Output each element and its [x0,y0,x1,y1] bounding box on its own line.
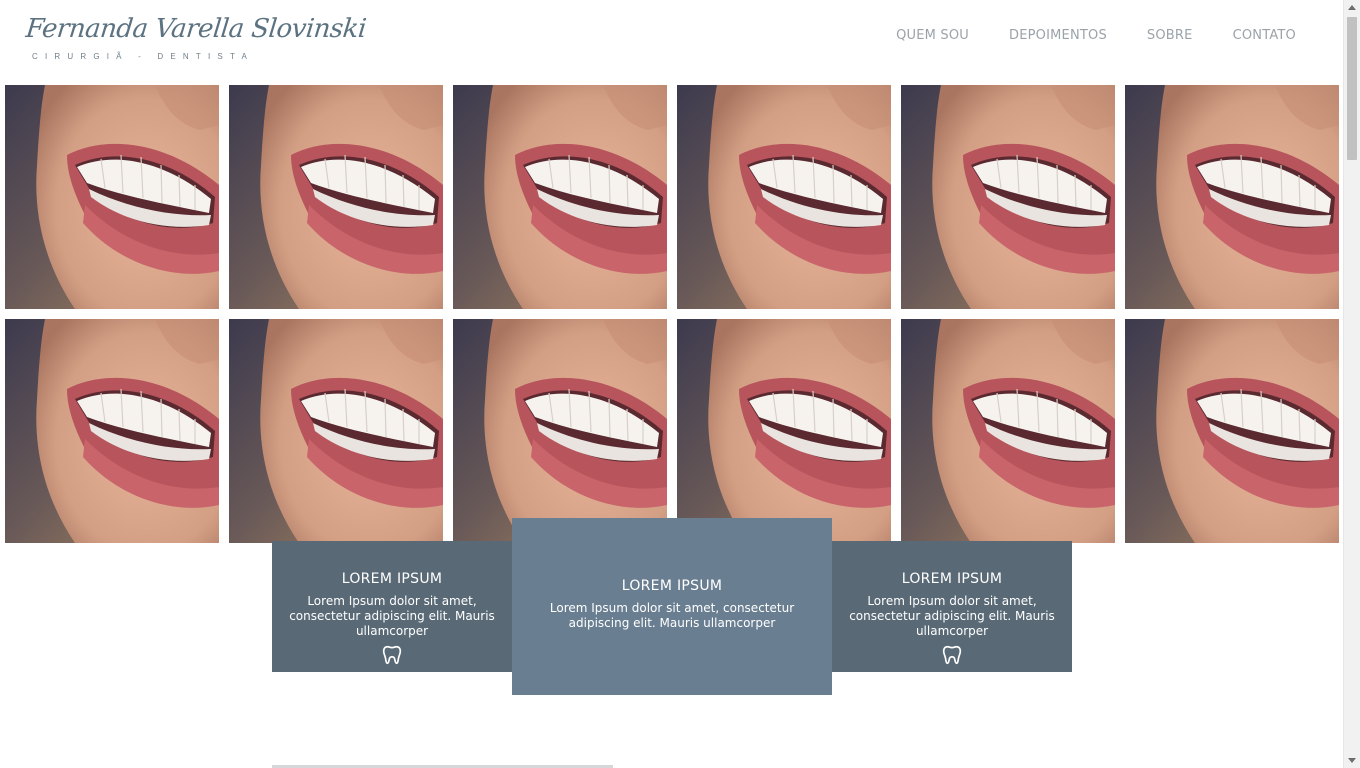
smile-photo-tile[interactable] [1125,85,1339,309]
card-text: Lorem Ipsum dolor sit amet, consectetur … [849,594,1055,638]
nav-sobre[interactable]: SOBRE [1147,28,1193,43]
card-title: LOREM IPSUM [901,571,1003,587]
photo-gallery [5,85,1339,543]
smile-photo-tile[interactable] [229,319,443,543]
tooth-icon [846,644,1058,666]
main-nav: QUEM SOU DEPOIMENTOS SOBRE CONTATO [896,28,1296,43]
tooth-icon [286,644,498,666]
feature-card-right: LOREM IPSUM Lorem Ipsum dolor sit amet, … [832,541,1072,672]
page: Fernanda Varella Slovinski CIRURGIÃ - DE… [0,0,1343,768]
logo-name: Fernanda Varella Slovinski [24,14,368,44]
scroll-up-arrow-icon[interactable] [1348,5,1356,10]
card-title: LOREM IPSUM [341,571,443,587]
smile-photo-tile[interactable] [5,85,219,309]
smile-photo-tile[interactable] [453,319,667,543]
smile-photo-tile[interactable] [229,85,443,309]
smile-photo-tile[interactable] [677,319,891,543]
card-title: LOREM IPSUM [621,578,723,594]
card-text: Lorem Ipsum dolor sit amet, consectetur … [289,594,495,638]
smile-photo-tile[interactable] [5,319,219,543]
nav-depoimentos[interactable]: DEPOIMENTOS [1009,28,1107,43]
smile-photo-tile[interactable] [901,85,1115,309]
feature-card-center: LOREM IPSUM Lorem Ipsum dolor sit amet, … [512,518,832,695]
smile-photo-tile[interactable] [901,319,1115,543]
scrollbar-thumb[interactable] [1347,17,1357,160]
smile-photo-tile[interactable] [677,85,891,309]
scroll-down-arrow-icon[interactable] [1348,758,1356,763]
nav-contato[interactable]: CONTATO [1233,28,1296,43]
site-logo[interactable]: Fernanda Varella Slovinski CIRURGIÃ - DE… [24,14,368,66]
smile-photo-tile[interactable] [453,85,667,309]
feature-card-left: LOREM IPSUM Lorem Ipsum dolor sit amet, … [272,541,512,672]
logo-tagline: CIRURGIÃ - DENTISTA [32,52,254,61]
nav-quem-sou[interactable]: QUEM SOU [896,28,969,43]
smile-photo-tile[interactable] [1125,319,1339,543]
page-scrollbar[interactable] [1343,0,1360,768]
card-text: Lorem Ipsum dolor sit amet, consectetur … [549,601,795,630]
